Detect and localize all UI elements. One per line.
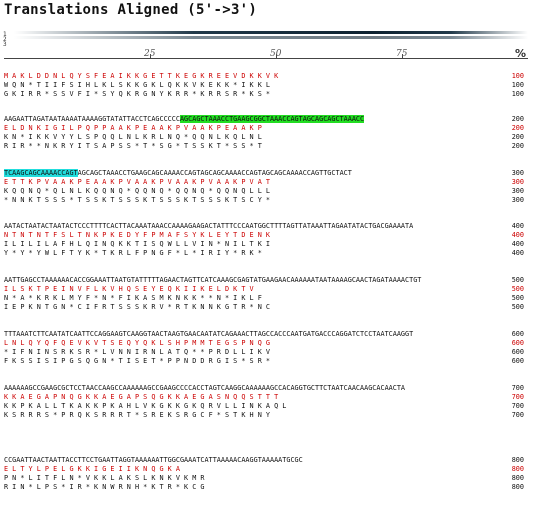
position-number: 800 (511, 456, 524, 464)
position-number: 500 (511, 276, 524, 284)
frame-coverage-bar-2 (14, 36, 528, 39)
position-number: 100 (511, 90, 524, 98)
frame1-translation: E T T K P V A A K P E A A K P V A A K P … (4, 178, 270, 186)
frame-coverage-bar-1 (14, 31, 528, 34)
frame2-translation: K K P K A L L T K A K K P K A H L V K G … (4, 402, 287, 410)
dna-sequence: TTTAAATCTTCAATATCAATTCCAGGAAGTCAAGGTAACT… (4, 330, 414, 338)
frame2-translation: W Q N * T I I F S I H L K L S K K G K L … (4, 81, 270, 89)
position-number: 600 (511, 357, 524, 365)
frame1-translation: E L D N K I G I L P Q P P A A K P E A A … (4, 124, 262, 132)
position-number: 400 (511, 249, 524, 257)
frame2-translation: K N * I K K V Y Y L S P Q Q L N L K R L … (4, 133, 262, 141)
frame1-translation: N T N T N T F S L T N K P K E D Y F P M … (4, 231, 270, 239)
position-number: 600 (511, 348, 524, 356)
frame3-translation: Y * Y * Y W L F T Y K * T K R L F P N G … (4, 249, 262, 257)
ruler-percent: % (514, 47, 526, 60)
frame2-translation: P N * L I T F L N * V K K L A K S L K N … (4, 474, 205, 482)
frame1-translation: I L S K T P E I N V F L K V H Q S E Y E … (4, 285, 254, 293)
position-number: 300 (511, 196, 524, 204)
dna-sequence: AATACTAATACTAATACTCCCTTTTCACTTACAAATAAAC… (4, 222, 414, 230)
position-number: 800 (511, 465, 524, 473)
frame3-translation: K S R R R S * P R Q K S R R R T * S R E … (4, 411, 270, 419)
frame1-translation: E L T Y L P E L G K K I G E I I K N Q G … (4, 465, 180, 473)
frame2-translation: K Q Q N Q * Q L N L K Q Q N Q * Q Q N Q … (4, 187, 270, 195)
frame2-translation: I L I L I L A F H L Q I N Q K K T I S Q … (4, 240, 270, 248)
position-number: 800 (511, 474, 524, 482)
frame3-translation: R I R * * N K R Y I T S A P S S * T * S … (4, 142, 262, 150)
dna-highlight-repeat: TCAAGCAGCAAAACCAGT (4, 169, 78, 177)
position-number: 600 (511, 330, 524, 338)
sequence-block-5: AATTGAGCCTAAAAAACACCGGAAATTAATGTATTTTTAG… (4, 276, 528, 312)
position-ruler: 25 50 75 % (4, 44, 528, 66)
sequence-block-8: CCGAATTAACTAATTACCTTCCTGAATTAGGTAAAAAATT… (4, 456, 528, 492)
window-title: Translations Aligned (5'->3') (4, 2, 258, 18)
frame3-translation: * N N K T S S S * T S S K T S S S K T S … (4, 196, 270, 204)
position-number: 600 (511, 339, 524, 347)
sequence-block-2: AAGAATTAGATAATAAAATAAAAGGTATATTACCTCAGCC… (4, 115, 528, 151)
position-number: 700 (511, 384, 524, 392)
ruler-line (4, 58, 528, 59)
position-number: 800 (511, 483, 524, 491)
frame3-translation: G K I R R * S S V F I * S Y Q K R G N Y … (4, 90, 270, 98)
dna-sequence: CCGAATTAACTAATTACCTTCCTGAATTAGGTAAAAAATT… (4, 456, 303, 464)
frame3-translation: I E P K N T G N * C I F R T S S S K R V … (4, 303, 270, 311)
position-number: 500 (511, 303, 524, 311)
frame1-translation: K K A E G A P N Q G K K A E G A P S Q G … (4, 393, 279, 401)
position-number: 400 (511, 231, 524, 239)
frame3-translation: F K S S I S I P G S Q G N * T I S E T * … (4, 357, 270, 365)
position-number: 500 (511, 285, 524, 293)
position-number: 100 (511, 72, 524, 80)
dna-sequence: AAGAATTAGATAATAAAATAAAAGGTATATTACCTCAGCC… (4, 115, 365, 124)
dna-highlight-repeat: AGCAGCTAAACCTGAAGCGGCTAAACCAGTAGCAGCAGCT… (179, 115, 365, 123)
frame1-translation: M A K L D D N L Q Y S F E A I K K G E T … (4, 72, 279, 80)
dna-sequence: TCAAGCAGCAAAACCAGTAGCAGCTAAACCTGAAGCAGCA… (4, 169, 352, 178)
sequence-block-3: TCAAGCAGCAAAACCAGTAGCAGCTAAACCTGAAGCAGCA… (4, 169, 528, 205)
position-number: 100 (511, 81, 524, 89)
frame2-translation: * I F N I N S R K S R * L V N N I R N L … (4, 348, 270, 356)
position-number: 300 (511, 187, 524, 195)
frame1-translation: L N L Q Y Q F Q E V K V T S E Q Y Q K L … (4, 339, 270, 347)
ruler-label: 50 (270, 49, 282, 59)
position-number: 300 (511, 169, 524, 177)
ruler-label: 25 (144, 49, 156, 59)
position-number: 200 (511, 115, 524, 123)
position-number: 400 (511, 222, 524, 230)
dna-segment: AAGAATTAGATAATAAAATAAAAGGTATATTACCTCAGCC… (4, 115, 180, 123)
dna-sequence: AAAAAAGCCGAAGCGCTCCTAACCAAGCCAAAAAAGCCGA… (4, 384, 406, 392)
position-number: 700 (511, 411, 524, 419)
ruler-label: 75 (396, 49, 408, 59)
sequence-block-7: AAAAAAGCCGAAGCGCTCCTAACCAAGCCAAAAAAGCCGA… (4, 384, 528, 420)
position-number: 700 (511, 402, 524, 410)
position-number: 300 (511, 178, 524, 186)
dna-segment: AGCAGCTAAACCTGAAGCAGCAAAACCAGTAGCAGCAAAA… (77, 169, 352, 177)
position-number: 200 (511, 133, 524, 141)
position-number: 400 (511, 240, 524, 248)
frame2-translation: N * A * K R K L M Y F * N * F I K A S M … (4, 294, 262, 302)
position-number: 200 (511, 124, 524, 132)
position-number: 700 (511, 393, 524, 401)
sequence-block-1: M A K L D D N L Q Y S F E A I K K G E T … (4, 72, 528, 99)
dna-sequence: AATTGAGCCTAAAAAACACCGGAAATTAATGTATTTTTAG… (4, 276, 422, 284)
sequence-block-4: AATACTAATACTAATACTCCCTTTTCACTTACAAATAAAC… (4, 222, 528, 258)
position-number: 500 (511, 294, 524, 302)
frame3-translation: R I N * L P S * I R * K N W R N H * K T … (4, 483, 205, 491)
position-number: 200 (511, 142, 524, 150)
sequence-block-6: TTTAAATCTTCAATATCAATTCCAGGAAGTCAAGGTAACT… (4, 330, 528, 366)
